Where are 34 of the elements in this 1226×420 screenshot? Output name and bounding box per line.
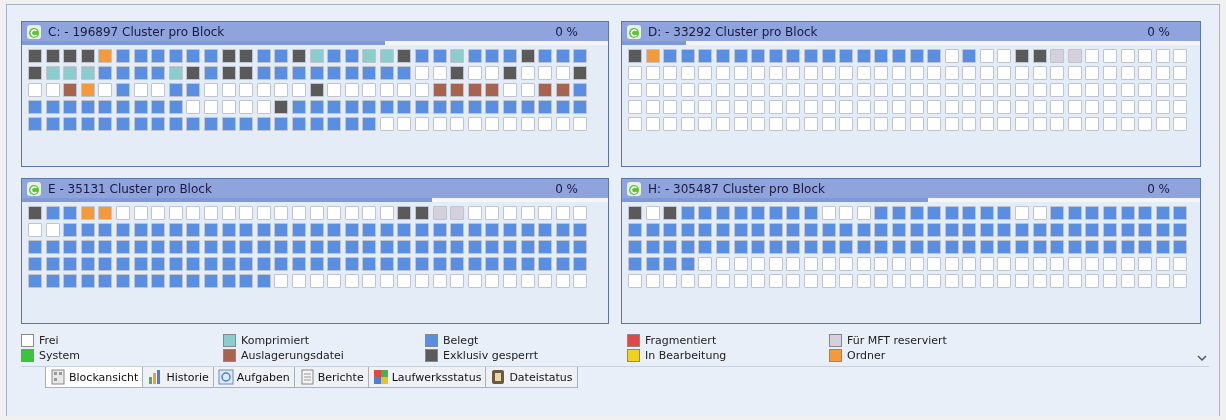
percent-label: 0 % — [555, 181, 578, 196]
legend-label: Komprimiert — [241, 334, 310, 347]
tab-icon — [50, 369, 66, 385]
tab[interactable]: Berichte — [293, 367, 369, 388]
tab-icon — [372, 369, 389, 385]
drive-icon — [26, 23, 42, 40]
panel-title: H: - 305487 Cluster pro Block — [648, 181, 826, 196]
tab[interactable]: Aufgaben — [212, 367, 295, 388]
legend-label: Für MFT reserviert — [847, 334, 947, 347]
legend-label: Frei — [39, 334, 59, 347]
legend-label: Exklusiv gesperrt — [443, 349, 539, 362]
tab-icon — [298, 369, 315, 385]
legend-label: Fragmentiert — [645, 334, 717, 347]
legend-label: Belegt — [443, 334, 479, 347]
legend-label: System — [39, 349, 81, 362]
panel-title: D: - 33292 Cluster pro Block — [648, 24, 819, 39]
drive-icon — [26, 180, 42, 197]
tab-icon — [217, 369, 234, 385]
percent-label: 0 % — [555, 24, 578, 39]
drive-icon — [626, 23, 642, 40]
panel-title: C: - 196897 Cluster pro Block — [48, 24, 226, 39]
legend-label: In Bearbeitung — [645, 349, 727, 362]
tab-icon — [490, 369, 507, 385]
tab[interactable]: Blockansicht — [45, 367, 144, 388]
tab[interactable]: Laufwerksstatus — [367, 367, 487, 388]
legend-label: Auslagerungsdatei — [241, 349, 344, 362]
drive-icon — [626, 180, 642, 197]
percent-label: 0 % — [1147, 181, 1170, 196]
percent-label: 0 % — [1147, 24, 1170, 39]
panel-title: E - 35131 Cluster pro Block — [48, 181, 213, 196]
chevron-down-icon[interactable] — [1197, 354, 1207, 362]
tab[interactable]: Historie — [142, 367, 214, 388]
legend-label: Ordner — [847, 349, 886, 362]
tab[interactable]: Dateistatus — [485, 367, 578, 388]
